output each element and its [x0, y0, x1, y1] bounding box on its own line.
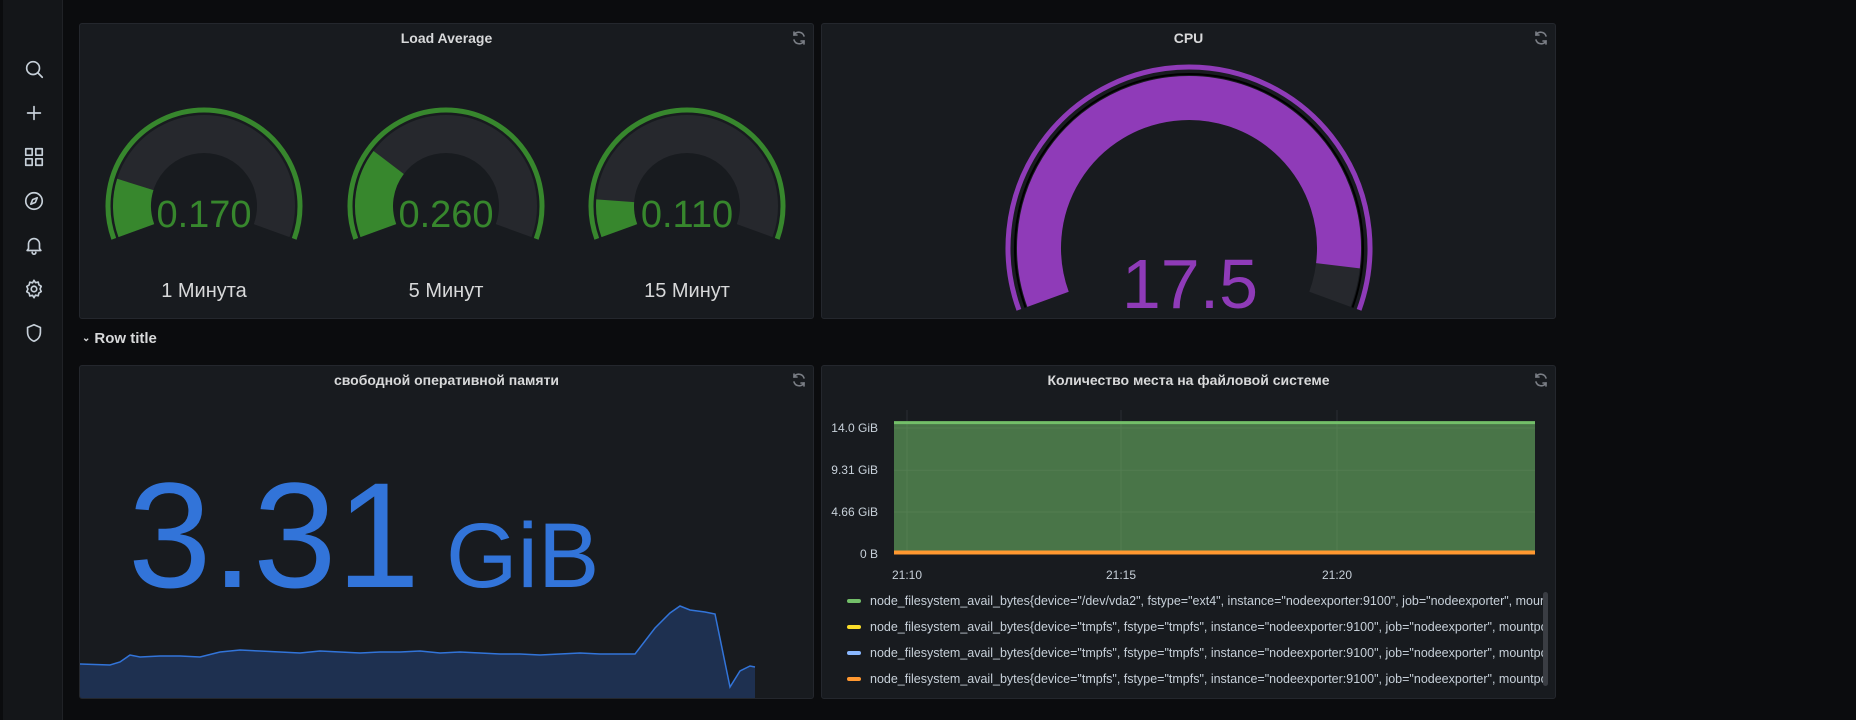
legend-scrollbar[interactable] — [1543, 592, 1548, 686]
shield-icon[interactable] — [19, 318, 49, 348]
bell-icon[interactable] — [19, 230, 49, 260]
memory-value: 3.31 GiB — [128, 460, 599, 610]
legend-item[interactable]: node_filesystem_avail_bytes{device="tmpf… — [847, 646, 1545, 660]
search-icon[interactable] — [19, 54, 49, 84]
gauge-value-1m: 0.170 — [156, 194, 252, 236]
gauge-label-15m: 15 Минут — [644, 280, 730, 302]
load-average-panel: Load Average 0.170 0.260 0.110 1 Минута … — [79, 23, 814, 319]
memory-value-number: 3.31 — [128, 451, 420, 619]
cpu-panel: CPU 17.5 — [821, 23, 1556, 323]
legend-text: node_filesystem_avail_bytes{device="tmpf… — [870, 672, 1545, 686]
row-title-label: Row title — [94, 330, 157, 347]
sidebar-edge — [0, 0, 3, 720]
legend-swatch — [847, 677, 861, 681]
legend-swatch — [847, 599, 861, 603]
row-title[interactable]: ⌄ Row title — [82, 330, 157, 347]
sidebar — [0, 0, 63, 720]
legend-item[interactable]: node_filesystem_avail_bytes{device="tmpf… — [847, 672, 1545, 686]
refresh-icon[interactable] — [1533, 372, 1549, 388]
gauge-label-1m: 1 Минута — [161, 280, 247, 302]
memory-value-unit: GiB — [445, 505, 600, 607]
legend-swatch — [847, 625, 861, 629]
gear-icon[interactable] — [19, 274, 49, 304]
legend: node_filesystem_avail_bytes{device="/dev… — [840, 590, 1545, 692]
legend-item[interactable]: node_filesystem_avail_bytes{device="tmpf… — [847, 620, 1545, 634]
cpu-value: 17.5 — [1121, 245, 1259, 323]
gauge-value-15m: 0.110 — [640, 194, 734, 236]
legend-text: node_filesystem_avail_bytes{device="/dev… — [870, 594, 1545, 608]
plus-icon[interactable] — [19, 98, 49, 128]
dashboards-icon[interactable] — [19, 142, 49, 172]
legend-swatch — [847, 651, 861, 655]
chevron-down-icon: ⌄ — [82, 333, 91, 344]
gauge-label-5m: 5 Минут — [408, 280, 484, 302]
legend-text: node_filesystem_avail_bytes{device="tmpf… — [870, 646, 1545, 660]
gauge-value-5m: 0.260 — [398, 194, 494, 236]
legend-item[interactable]: node_filesystem_avail_bytes{device="/dev… — [847, 594, 1545, 608]
legend-text: node_filesystem_avail_bytes{device="tmpf… — [870, 620, 1545, 634]
panel-title: Количество места на файловой системе — [1047, 372, 1330, 388]
compass-icon[interactable] — [19, 186, 49, 216]
load-gauges — [105, 107, 786, 240]
